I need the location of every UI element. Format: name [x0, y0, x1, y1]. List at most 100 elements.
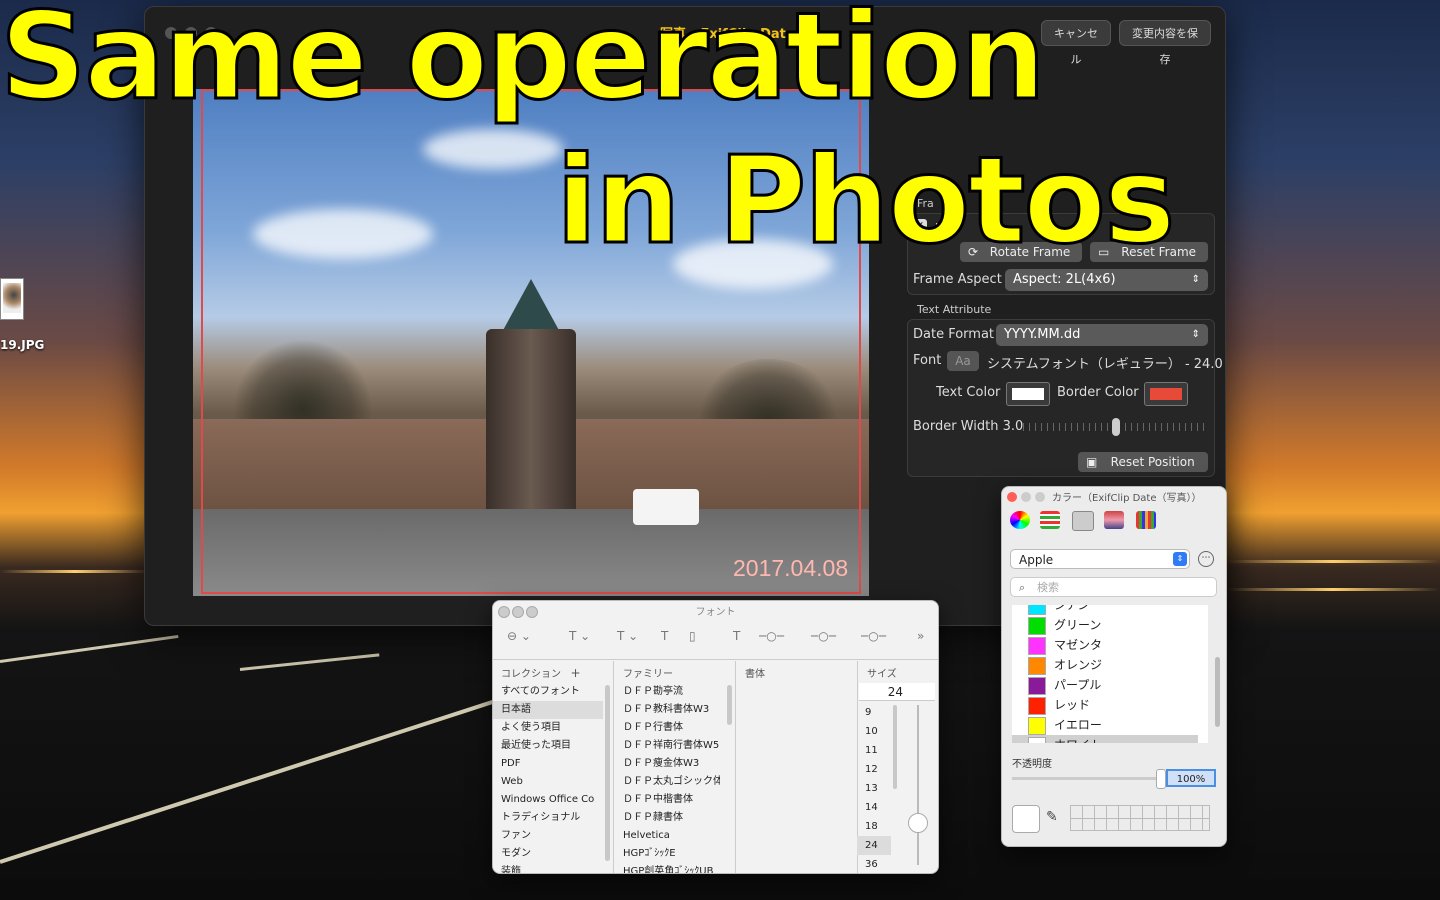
strikethrough-icon[interactable]: T ⌄ — [617, 629, 638, 643]
color-list-item[interactable]: イエロー — [1028, 715, 1102, 735]
text-color-well[interactable] — [1006, 382, 1050, 406]
action-menu-icon[interactable]: ⊖ ⌄ — [507, 629, 531, 643]
color-swatch — [1028, 657, 1046, 675]
color-list-item[interactable]: ホワイト — [1012, 735, 1198, 743]
collection-scrollbar[interactable] — [605, 685, 610, 861]
text-color-icon[interactable]: T — [661, 629, 668, 643]
palette-popup[interactable]: Apple ⇕ — [1010, 549, 1190, 569]
add-collection-icon[interactable]: + — [571, 666, 581, 680]
shadow-offset-slider[interactable]: ─○─ — [861, 629, 886, 643]
color-swatch-grid[interactable] — [1070, 805, 1210, 831]
opacity-field[interactable]: 100% — [1166, 769, 1216, 787]
color-wheel-icon[interactable] — [1010, 511, 1030, 529]
family-list[interactable]: ＤＦＰ勘亭流 ＤＦＰ教科書体W3 ＤＦＰ行書体 ＤＦＰ祥南行書体W5 ＤＦＰ痩金体W3 Ｄ… — [615, 683, 720, 873]
save-changes-button[interactable]: 変更内容を保存 — [1119, 20, 1211, 66]
collection-item[interactable]: モダン — [493, 845, 603, 863]
font-family-item[interactable]: ＤＦＰ中楷書体 — [615, 791, 720, 809]
size-slider[interactable] — [917, 705, 919, 865]
color-sliders-icon[interactable] — [1040, 511, 1060, 529]
font-family-item[interactable]: HGP創英角ｺﾞｼｯｸUB — [615, 863, 720, 873]
frame-aspect-popup[interactable]: Aspect: 2L(4x6) ⇕ — [1005, 269, 1208, 291]
more-icon[interactable]: » — [917, 629, 924, 643]
size-field[interactable]: 24 — [859, 683, 935, 701]
collection-item[interactable]: Web — [493, 773, 603, 791]
opacity-slider-knob[interactable] — [1156, 769, 1166, 789]
desktop-file-icon[interactable] — [0, 278, 24, 320]
font-size-item[interactable]: 11 — [857, 741, 891, 760]
collection-item[interactable]: 日本語 — [493, 701, 603, 719]
font-family-item[interactable]: ＤＦＰ行書体 — [615, 719, 720, 737]
size-slider-knob[interactable] — [908, 813, 928, 833]
color-name: パープル — [1054, 678, 1102, 692]
family-header: ファミリー — [623, 669, 673, 680]
date-stamp-text[interactable]: 2017.04.08 — [733, 555, 848, 582]
date-format-popup[interactable]: YYYY.MM.dd ⇕ — [996, 324, 1208, 346]
color-list-item[interactable]: シアン — [1028, 605, 1090, 615]
color-palettes-icon[interactable] — [1072, 511, 1094, 531]
font-size-item[interactable]: 24 — [857, 836, 891, 855]
font-picker-button[interactable]: Aa — [947, 351, 979, 371]
collection-item[interactable]: 装飾 — [493, 863, 603, 873]
font-family-item[interactable]: ＤＦＰ勘亭流 — [615, 683, 720, 701]
border-color-well[interactable] — [1144, 382, 1188, 406]
collection-item[interactable]: 最近使った項目 — [493, 737, 603, 755]
font-size-item[interactable]: 13 — [857, 779, 891, 798]
image-palettes-icon[interactable] — [1104, 511, 1124, 529]
font-size-item[interactable]: 14 — [857, 798, 891, 817]
opacity-slider[interactable] — [1012, 777, 1160, 780]
shadow-icon[interactable]: T — [733, 629, 740, 643]
font-family-item[interactable]: ＤＦＰ太丸ゴシック体 — [615, 773, 720, 791]
document-color-icon[interactable]: ▯ — [689, 629, 696, 643]
font-panel: フォント ⊖ ⌄ T ⌄ T ⌄ T ▯ T ─○─ ─○─ ─○─ » コレク… — [492, 600, 939, 874]
color-list-item[interactable]: グリーン — [1028, 615, 1102, 635]
current-color-well[interactable] — [1012, 805, 1040, 833]
collection-item[interactable]: すべてのフォント — [493, 683, 603, 701]
color-search-input[interactable]: ⌕ 検索 — [1010, 577, 1217, 597]
font-family-item[interactable]: Helvetica — [615, 827, 720, 845]
border-width-slider-knob[interactable] — [1112, 418, 1120, 436]
font-family-item[interactable]: HGPｺﾞｼｯｸE — [615, 845, 720, 863]
font-family-item[interactable]: ＤＦＰ隷書体 — [615, 809, 720, 827]
font-size-item[interactable]: 36 — [857, 855, 891, 873]
color-list[interactable]: シアングリーンマゼンタオレンジパープルレッドイエローホワイト — [1012, 605, 1208, 743]
color-list-item[interactable]: マゼンタ — [1028, 635, 1102, 655]
collection-header: コレクション + — [501, 665, 581, 680]
color-name: グリーン — [1054, 618, 1102, 632]
color-list-scrollbar[interactable] — [1215, 657, 1220, 727]
color-list-item[interactable]: オレンジ — [1028, 655, 1102, 675]
file-thumbnail — [3, 283, 21, 313]
collection-item[interactable]: PDF — [493, 755, 603, 773]
family-scrollbar[interactable] — [727, 685, 732, 725]
underline-icon[interactable]: T ⌄ — [569, 629, 590, 643]
collection-list[interactable]: すべてのフォント 日本語 よく使う項目 最近使った項目 PDF Web Windows Of… — [493, 683, 603, 873]
font-size-item[interactable]: 18 — [857, 817, 891, 836]
zoom-window-button[interactable] — [1035, 492, 1045, 502]
palette-options-icon[interactable]: ⋯ — [1198, 551, 1214, 567]
font-size-item[interactable]: 12 — [857, 760, 891, 779]
font-size-item[interactable]: 10 — [857, 722, 891, 741]
shadow-blur-slider[interactable]: ─○─ — [811, 629, 836, 643]
close-window-button[interactable] — [1007, 492, 1017, 502]
pencils-icon[interactable] — [1136, 511, 1156, 529]
color-panel: カラー（ExifClip Date（写真）） Apple ⇕ ⋯ ⌕ 検索 シア… — [1001, 486, 1227, 847]
font-family-item[interactable]: ＤＦＰ教科書体W3 — [615, 701, 720, 719]
collection-item[interactable]: よく使う項目 — [493, 719, 603, 737]
color-list-item[interactable]: パープル — [1028, 675, 1102, 695]
collection-item[interactable]: Windows Office Co — [493, 791, 603, 809]
color-list-item[interactable]: レッド — [1028, 695, 1090, 715]
collection-item[interactable]: トラディショナル — [493, 809, 603, 827]
eyedropper-icon[interactable]: ✎ — [1046, 809, 1058, 825]
size-list-scrollbar[interactable] — [893, 705, 897, 789]
chevron-updown-icon: ⇕ — [1173, 552, 1187, 566]
cancel-button[interactable]: キャンセル — [1041, 20, 1111, 66]
font-size-item[interactable]: 9 — [857, 703, 891, 722]
font-family-item[interactable]: ＤＦＰ祥南行書体W5 — [615, 737, 720, 755]
reset-position-button[interactable]: ▣ Reset Position — [1078, 452, 1208, 472]
size-list[interactable]: 9 10 11 12 13 14 18 24 36 — [857, 703, 891, 873]
reset-position-icon: ▣ — [1086, 455, 1098, 469]
shadow-opacity-slider[interactable]: ─○─ — [759, 629, 784, 643]
minimize-window-button[interactable] — [1021, 492, 1031, 502]
road-marking — [239, 653, 380, 671]
font-family-item[interactable]: ＤＦＰ痩金体W3 — [615, 755, 720, 773]
collection-item[interactable]: ファン — [493, 827, 603, 845]
